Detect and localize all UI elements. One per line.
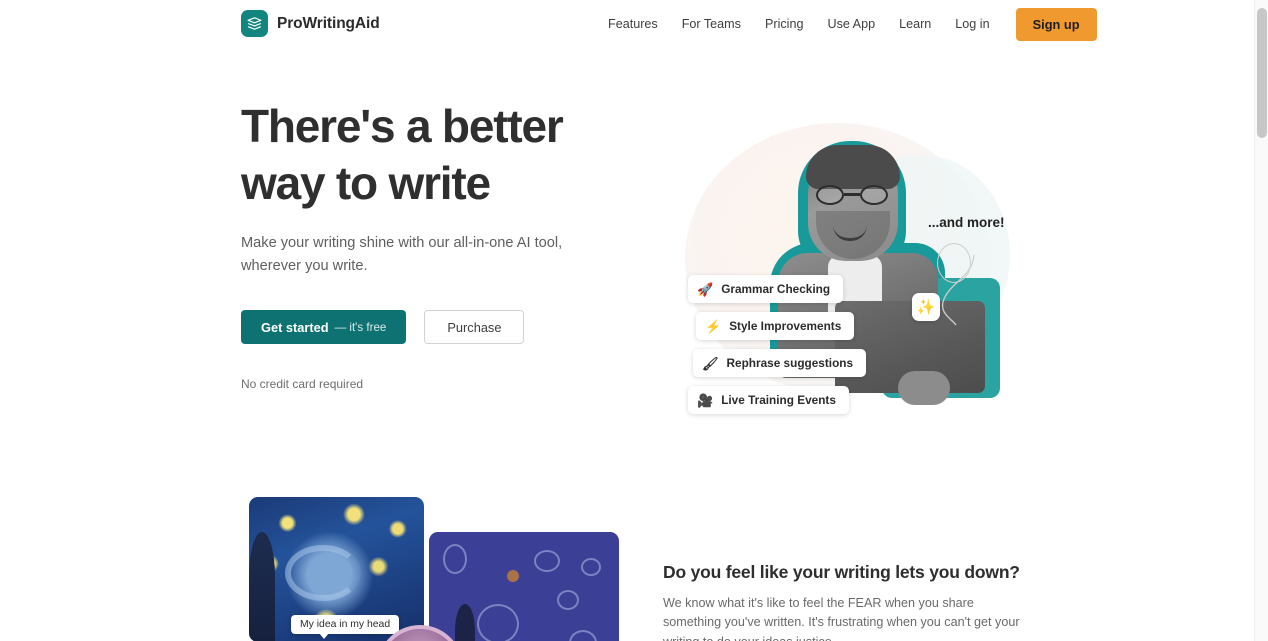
feature-chip-list: 🚀 Grammar Checking ⚡ Style Improvements … [688, 275, 867, 414]
plain-card-swirl [534, 550, 560, 572]
glasses-icon [814, 185, 892, 205]
magic-wand-icon: 🖌 [702, 355, 719, 371]
nav-item-for-teams[interactable]: For Teams [670, 11, 753, 37]
and-more-label: ...and more! [928, 215, 1005, 230]
nav-item-features[interactable]: Features [596, 11, 670, 37]
balloon-string [941, 255, 975, 326]
hero-copy: There's a better way to write Make your … [241, 98, 641, 391]
plain-card-swirl [557, 590, 579, 610]
hero-title-line-1: There's a better [241, 100, 564, 152]
feature-chip-label: Style Improvements [729, 319, 842, 333]
hero-section: There's a better way to write Make your … [0, 48, 1254, 478]
illustration-cards: My idea in my head [249, 497, 619, 641]
feature-chip-label: Live Training Events [721, 393, 836, 407]
plain-card-swirl [581, 558, 601, 576]
no-credit-card-note: No credit card required [241, 377, 364, 391]
rocket-icon: 🚀 [697, 281, 714, 297]
section2-title: Do you feel like your writing lets you d… [663, 562, 1020, 582]
feature-chip-label: Grammar Checking [721, 282, 831, 296]
sign-up-button[interactable]: Sign up [1015, 7, 1097, 41]
nav-item-learn[interactable]: Learn [887, 11, 943, 37]
hero-subtitle: Make your writing shine with our all-in-… [241, 235, 563, 274]
video-camera-icon: 🎥 [697, 392, 714, 408]
feature-chip-label: Rephrase suggestions [726, 356, 854, 370]
get-started-label: Get started [261, 319, 329, 335]
feature-chip-rephrase-suggestions: 🖌 Rephrase suggestions [693, 349, 867, 377]
hero-title-line-2: way to write [241, 157, 491, 209]
main-nav: Features For Teams Pricing Use App Learn… [596, 0, 1097, 48]
nav-item-pricing[interactable]: Pricing [753, 11, 816, 37]
feature-chip-live-training-events: 🎥 Live Training Events [688, 386, 849, 414]
my-idea-in-my-head-label: My idea in my head [291, 615, 400, 639]
glasses-lens-left [816, 185, 844, 205]
person-hair [806, 145, 900, 189]
scrollbar-thumb[interactable] [1257, 8, 1267, 138]
brand-logo-link[interactable]: ProWritingAid [241, 10, 380, 37]
brand-name: ProWritingAid [277, 14, 380, 32]
section2-body: We know what it's like to feel the FEAR … [663, 596, 1020, 641]
plain-card-cypress [455, 604, 475, 641]
plain-card-swirl [443, 544, 467, 574]
page-scrollbar[interactable] [1254, 0, 1268, 641]
book-logo-icon [241, 10, 268, 37]
get-started-button[interactable]: Get started — it's free [241, 310, 407, 344]
starry-swirl [285, 545, 361, 601]
plain-card-swirl [477, 604, 519, 641]
purchase-button[interactable]: Purchase [424, 310, 525, 344]
glasses-bridge [844, 193, 860, 196]
glasses-lens-right [860, 185, 888, 205]
plain-card-swirl [569, 630, 597, 641]
plain-card-dot [507, 570, 519, 582]
plain-painting-card [429, 532, 619, 641]
writing-lets-you-down-section: My idea in my head Do you feel like your… [0, 478, 1254, 641]
browser-viewport: ProWritingAid Features For Teams Pricing… [0, 0, 1254, 641]
person-hand [898, 371, 950, 405]
get-started-free-label: — it's free [334, 320, 387, 334]
feature-chip-grammar-checking: 🚀 Grammar Checking [688, 275, 844, 303]
section2-copy: Do you feel like your writing lets you d… [663, 562, 1023, 641]
site-header: ProWritingAid Features For Teams Pricing… [0, 0, 1254, 48]
page-root: ProWritingAid Features For Teams Pricing… [0, 0, 1268, 641]
hero-cta-group: Get started — it's free Purchase [241, 310, 641, 344]
lightning-icon: ⚡ [705, 318, 722, 334]
starry-cypress [249, 532, 275, 641]
nav-item-log-in[interactable]: Log in [943, 11, 1001, 37]
hero-title: There's a better way to write [241, 98, 641, 212]
hero-illustration: ✨ ...and more! 🚀 Grammar Checking ⚡ Styl… [650, 103, 1050, 443]
nav-item-use-app[interactable]: Use App [815, 11, 887, 37]
feature-chip-style-improvements: ⚡ Style Improvements [696, 312, 855, 340]
